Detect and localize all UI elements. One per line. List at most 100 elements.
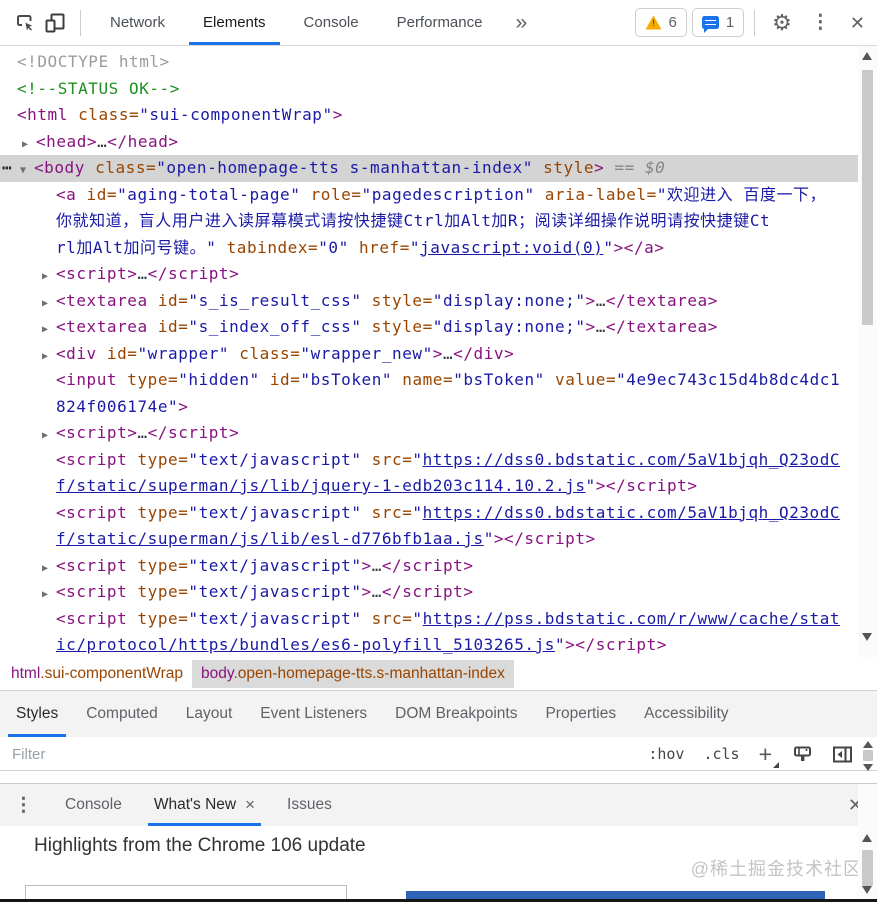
warnings-badge[interactable]: 6 [635, 8, 687, 37]
tab-accessibility[interactable]: Accessibility [630, 691, 742, 737]
elements-scrollbar[interactable] [858, 46, 877, 657]
code-token: " [409, 237, 421, 257]
resource-link[interactable]: f/static/superman/js/lib/esl-d776bfb1aa.… [56, 529, 484, 548]
code-token: <textarea [56, 290, 148, 310]
tab-layout[interactable]: Layout [172, 691, 247, 737]
code-token: <textarea [56, 317, 148, 336]
collapsed-arrow-icon[interactable]: ▶ [42, 344, 56, 371]
dom-tree-line[interactable]: ⋯ ▼ <body class="open-homepage-tts s-manha… [0, 155, 858, 182]
code-token: class= [229, 343, 301, 363]
styles-scrollbar[interactable] [861, 741, 875, 771]
drawer-tab-issues[interactable]: Issues [271, 784, 348, 826]
code-token: " [412, 449, 423, 469]
code-token: type= [127, 502, 189, 522]
scroll-up-icon[interactable] [862, 52, 872, 60]
scroll-up-icon[interactable] [862, 834, 872, 842]
dom-tree-line[interactable]: <!DOCTYPE html> [0, 49, 858, 76]
collapsed-arrow-icon[interactable]: ▶ [42, 423, 56, 450]
dom-tree-line[interactable]: <!--STATUS OK--> [0, 76, 858, 103]
tab-computed[interactable]: Computed [72, 691, 172, 737]
tab-network[interactable]: Network [91, 0, 184, 45]
code-token: "sui-componentWrap" [139, 105, 333, 124]
dom-tree-line[interactable]: <script type="text/javascript" src="http… [0, 500, 858, 527]
dom-tree-line[interactable]: <html class="sui-componentWrap"> [0, 102, 858, 129]
dom-tree-line[interactable]: ▶ <textarea id="s_is_result_css" style="d… [0, 288, 858, 315]
dom-tree-line[interactable]: ▶ <head>…</head> [0, 129, 858, 156]
tab-dom-breakpoints[interactable]: DOM Breakpoints [381, 691, 531, 737]
code-token: <a [56, 184, 77, 204]
collapsed-arrow-icon[interactable]: ▶ [42, 264, 56, 291]
code-token: "s_is_result_css" [188, 290, 362, 310]
code-token: <script> [56, 423, 138, 442]
dom-tree-line[interactable]: ic/protocol/https/bundles/es6-polyfill_5… [0, 632, 858, 657]
scrollbar-thumb[interactable] [863, 750, 873, 761]
more-options-icon[interactable]: ⋮ [811, 13, 830, 32]
resource-link[interactable]: ic/protocol/https/bundles/es6-polyfill_5… [56, 635, 555, 654]
collapsed-arrow-icon[interactable]: ▶ [42, 582, 56, 609]
drawer-scrollbar[interactable] [858, 784, 877, 902]
device-toolbar-icon[interactable] [40, 8, 70, 38]
tab-elements[interactable]: Elements [184, 0, 285, 45]
drawer-tab-whats-new[interactable]: What's New × [138, 784, 271, 826]
drawer-tab-console[interactable]: Console [49, 784, 138, 826]
expanded-arrow-icon[interactable]: ▼ [20, 158, 34, 185]
whats-new-banner [406, 891, 825, 899]
resource-link[interactable]: https://dss0.bdstatic.com/5aV1bjqh_Q23od… [423, 450, 841, 469]
new-style-rule-button[interactable]: + [759, 742, 780, 768]
dom-tree-line[interactable]: 你就知道，盲人用户进入读屏幕模式请按快捷键Ctrl加Alt加R；阅读详细操作说明… [0, 208, 858, 235]
scroll-down-icon[interactable] [862, 764, 873, 771]
inspect-element-icon[interactable] [10, 8, 40, 38]
dom-tree-line[interactable]: ▶ <script>…</script> [0, 261, 858, 288]
collapsed-arrow-icon[interactable]: ▶ [42, 317, 56, 344]
dom-tree-line[interactable]: ▶ <div id="wrapper" class="wrapper_new">…… [0, 341, 858, 368]
dom-tree-line[interactable]: <input type="hidden" id="bsToken" name="… [0, 367, 858, 394]
dom-tree-line[interactable]: rl加Alt加问号键。" tabindex="0" href="javascri… [0, 235, 858, 262]
dom-tree-line[interactable]: f/static/superman/js/lib/esl-d776bfb1aa.… [0, 526, 858, 553]
code-token: > [361, 582, 372, 601]
code-token: </script> [381, 582, 474, 601]
dom-tree-line[interactable]: ▶ <script>…</script> [0, 420, 858, 447]
drawer-menu-icon[interactable]: ⋮ [14, 796, 33, 815]
breadcrumb-item-body[interactable]: body.open-homepage-tts.s-manhattan-index [192, 659, 514, 688]
issues-badge[interactable]: 1 [691, 8, 745, 37]
code-token: "wrapper" [137, 343, 230, 363]
tab-console[interactable]: Console [285, 0, 378, 45]
more-tabs-icon[interactable]: » [515, 11, 527, 35]
toggle-sidebar-icon[interactable] [831, 744, 854, 765]
close-devtools-icon[interactable]: ✕ [850, 14, 865, 32]
code-token: <!--STATUS OK--> [17, 78, 180, 98]
tab-properties[interactable]: Properties [531, 691, 630, 737]
scroll-down-icon[interactable] [862, 886, 872, 894]
resource-link[interactable]: f/static/superman/js/lib/jquery-1-edb203… [56, 476, 586, 495]
dom-tree-line[interactable]: <a id="aging-total-page" role="pagedescr… [0, 182, 858, 209]
toggle-element-state-button[interactable]: :hov [648, 745, 684, 763]
scrollbar-thumb[interactable] [862, 70, 873, 325]
resource-link[interactable]: https://pss.bdstatic.com/r/www/cache/sta… [423, 609, 841, 628]
scrollbar-thumb[interactable] [862, 850, 873, 886]
code-token: style= [361, 290, 433, 310]
dom-tree-line[interactable]: f/static/superman/js/lib/jquery-1-edb203… [0, 473, 858, 500]
dom-tree-line[interactable]: ▶ <script type="text/javascript">…</scrip… [0, 579, 858, 606]
settings-gear-icon[interactable]: ⚙ [772, 11, 792, 34]
rendering-emulation-icon[interactable] [792, 744, 813, 765]
node-more-actions-icon[interactable]: ⋯ [2, 155, 20, 182]
code-token: ></script> [493, 529, 596, 548]
tab-styles[interactable]: Styles [2, 691, 72, 737]
styles-filter-input[interactable]: Filter [12, 746, 648, 763]
dom-tree-line[interactable]: <script type="text/javascript" src="http… [0, 447, 858, 474]
close-tab-icon[interactable]: × [245, 795, 255, 815]
dom-tree-line[interactable]: ▶ <script type="text/javascript">…</scrip… [0, 553, 858, 580]
dom-tree-line[interactable]: 824f006174e"> [0, 394, 858, 421]
resource-link[interactable]: javascript:void(0) [420, 238, 603, 257]
scroll-down-icon[interactable] [862, 633, 872, 641]
breadcrumb-item-html[interactable]: html.sui-componentWrap [2, 660, 192, 688]
tab-performance[interactable]: Performance [378, 0, 502, 45]
dom-tree-line[interactable]: <script type="text/javascript" src="http… [0, 606, 858, 633]
element-classes-button[interactable]: .cls [703, 745, 739, 763]
code-token: > [585, 290, 596, 310]
tab-event-listeners[interactable]: Event Listeners [246, 691, 381, 737]
resource-link[interactable]: https://dss0.bdstatic.com/5aV1bjqh_Q23od… [423, 503, 841, 522]
scroll-up-icon[interactable] [862, 741, 873, 748]
toolbar-divider [754, 9, 756, 36]
dom-tree-line[interactable]: ▶ <textarea id="s_index_off_css" style="d… [0, 314, 858, 341]
